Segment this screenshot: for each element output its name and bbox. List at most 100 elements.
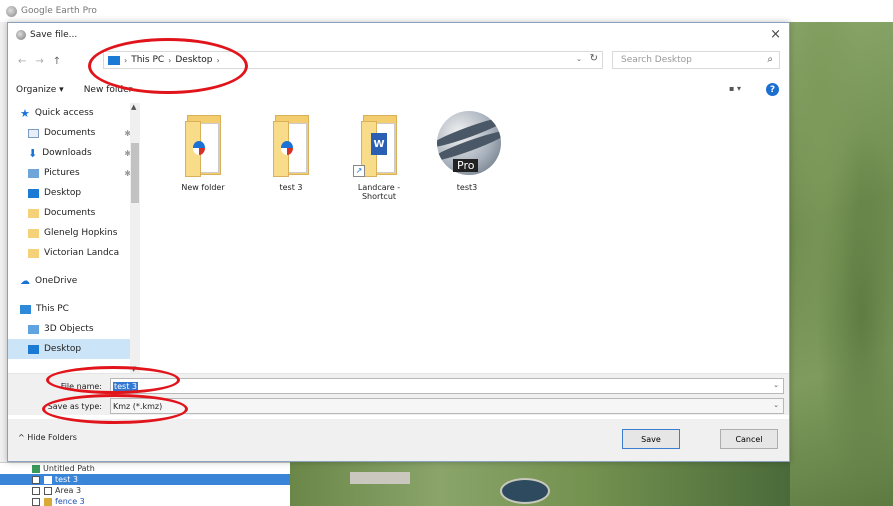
places-item-label: test 3: [55, 475, 78, 484]
map-building: [350, 472, 410, 484]
file-name-label: File name:: [60, 381, 102, 391]
file-name-row: File name:: [8, 378, 106, 394]
dialog-titlebar: Save file... ×: [8, 23, 789, 47]
nav-item-label: 3D Objects: [44, 324, 94, 334]
file-item-test3[interactable]: Pro test3: [432, 111, 502, 192]
file-name: Landcare - Shortcut: [357, 183, 401, 201]
nav-item-desktop-selected[interactable]: Desktop: [8, 339, 139, 359]
places-item[interactable]: Untitled Path: [0, 463, 290, 474]
search-input[interactable]: Search Desktop ⌕: [612, 51, 780, 69]
up-arrow-icon[interactable]: ↑: [53, 56, 61, 67]
nav-item-glenelg-hopkins[interactable]: Glenelg Hopkins: [8, 223, 139, 243]
nav-item-label: OneDrive: [35, 276, 78, 286]
desktop-icon: [28, 344, 39, 354]
places-item-label: Area 3: [55, 486, 82, 495]
nav-item-this-pc[interactable]: This PC: [8, 299, 139, 319]
file-name: New folder: [181, 183, 225, 192]
file-item-landcare-shortcut[interactable]: W ↗ Landcare - Shortcut: [344, 111, 414, 201]
checkbox[interactable]: [32, 486, 40, 495]
nav-item-label: Quick access: [34, 108, 94, 118]
save-type-select[interactable]: Kmz (*.kmz) ⌄: [110, 398, 784, 414]
chevron-down-icon[interactable]: ⌄: [773, 401, 779, 409]
nav-item-pictures[interactable]: Pictures ✱: [8, 163, 139, 183]
path-icon: [32, 464, 40, 473]
address-bar[interactable]: › This PC › Desktop › ⌄ ↻: [103, 51, 603, 69]
places-panel: Untitled Path test 3 Area 3 fence 3: [0, 462, 290, 506]
forward-arrow-icon[interactable]: →: [35, 56, 43, 67]
nav-item-documents[interactable]: Documents ✱: [8, 123, 139, 143]
command-toolbar: Organize ▾ New folder ▪ ▾ ?: [8, 79, 789, 101]
nav-item-desktop[interactable]: Desktop: [8, 183, 139, 203]
breadcrumb-this-pc[interactable]: This PC: [131, 55, 164, 65]
folder-icon: [28, 228, 39, 238]
file-item-test-3[interactable]: test 3: [256, 111, 326, 192]
scroll-up-icon[interactable]: ▲: [131, 103, 136, 111]
nav-item-victorian-landcare[interactable]: Victorian Landca: [8, 243, 139, 263]
file-name: test3: [456, 183, 478, 192]
refresh-icon[interactable]: ↻: [590, 53, 598, 64]
cancel-button[interactable]: Cancel: [720, 429, 778, 449]
places-item-label: Untitled Path: [43, 464, 95, 473]
nav-item-label: Documents: [44, 208, 96, 218]
folder-icon: [173, 111, 233, 179]
search-icon[interactable]: ⌕: [767, 54, 773, 65]
nav-item-label: This PC: [36, 304, 69, 314]
map-view-bottom[interactable]: [290, 462, 790, 506]
map-view[interactable]: [790, 22, 893, 506]
app-title: Google Earth Pro: [21, 6, 97, 16]
nav-item-label: Desktop: [44, 344, 82, 354]
downloads-icon: ⬇: [28, 146, 38, 160]
shortcut-arrow-icon: ↗: [353, 165, 365, 177]
nav-item-label: Victorian Landca: [44, 248, 120, 258]
address-dropdown-icon[interactable]: ⌄: [576, 55, 582, 63]
file-name: test 3: [279, 183, 303, 192]
chevron-down-icon[interactable]: ⌄: [773, 381, 779, 389]
checkbox[interactable]: [32, 497, 40, 506]
nav-item-label: Desktop: [44, 188, 82, 198]
save-button[interactable]: Save: [622, 429, 680, 449]
this-pc-icon: [20, 304, 31, 314]
places-item[interactable]: fence 3: [0, 496, 290, 506]
breadcrumb-desktop[interactable]: Desktop: [175, 55, 212, 65]
nav-item-label: Glenelg Hopkins: [44, 228, 118, 238]
star-icon: ★: [20, 106, 30, 120]
this-pc-icon: [108, 55, 120, 65]
folder-icon: [28, 208, 39, 218]
places-item[interactable]: Area 3: [0, 485, 290, 496]
nav-item-documents-folder[interactable]: Documents: [8, 203, 139, 223]
save-file-dialog: Save file... × ← → ↑ › This PC › Desktop…: [7, 22, 790, 462]
hide-folders-button[interactable]: ^ Hide Folders: [18, 433, 77, 442]
scroll-down-icon[interactable]: ▼: [131, 365, 136, 373]
breadcrumb-separator: ›: [216, 55, 220, 65]
places-item-label: fence 3: [55, 497, 85, 506]
search-placeholder: Search Desktop: [621, 55, 692, 65]
nav-pane-scrollbar[interactable]: ▲ ▼: [130, 103, 140, 373]
nav-item-onedrive[interactable]: ☁ OneDrive: [8, 271, 139, 291]
onedrive-icon: ☁: [20, 275, 30, 287]
save-type-row: Save as type:: [8, 398, 106, 414]
view-options-icon[interactable]: ▪ ▾: [729, 84, 749, 94]
pictures-icon: [28, 168, 39, 178]
places-item-selected[interactable]: test 3: [0, 474, 290, 485]
close-icon[interactable]: ×: [770, 27, 781, 42]
nav-item-quick-access[interactable]: ★ Quick access: [8, 103, 139, 123]
nav-item-downloads[interactable]: ⬇ Downloads ✱: [8, 143, 139, 163]
organize-menu[interactable]: Organize ▾: [16, 85, 64, 95]
help-icon[interactable]: ?: [766, 83, 779, 96]
back-arrow-icon[interactable]: ←: [18, 56, 26, 67]
save-type-label: Save as type:: [47, 401, 102, 411]
documents-icon: [28, 128, 39, 138]
breadcrumb-separator: ›: [168, 55, 172, 65]
folder-icon: [28, 248, 39, 258]
dialog-title: Save file...: [30, 30, 78, 40]
file-item-new-folder[interactable]: New folder: [168, 111, 238, 192]
checkbox[interactable]: [32, 475, 40, 484]
google-earth-file-icon: [281, 141, 293, 155]
app-titlebar: Google Earth Pro: [0, 0, 893, 22]
file-name-value: test 3: [113, 381, 138, 391]
scrollbar-thumb[interactable]: [131, 143, 139, 203]
new-folder-button[interactable]: New folder: [84, 85, 133, 95]
nav-item-3d-objects[interactable]: 3D Objects: [8, 319, 139, 339]
pro-label: Pro: [453, 159, 479, 172]
file-name-input[interactable]: test 3 ⌄: [110, 378, 784, 394]
